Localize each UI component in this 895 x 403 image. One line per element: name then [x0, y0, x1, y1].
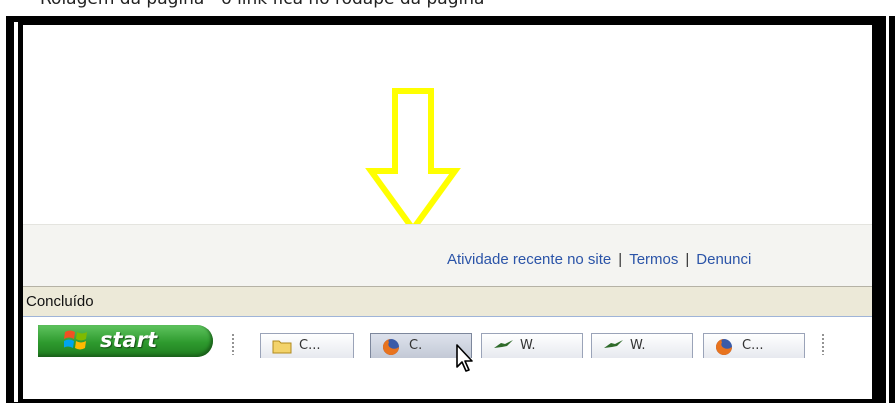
taskbar-button-label: W.	[520, 338, 536, 353]
page-footer: Atividade recente no site | Termos | Denunci	[23, 224, 872, 287]
taskbar-button-firefox[interactable]: C...	[703, 333, 805, 358]
caption-text: Rolagem da página - o link fica no rodap…	[40, 0, 484, 9]
footer-separator: |	[685, 251, 690, 268]
start-button[interactable]: start	[38, 325, 213, 357]
taskbar-button-label: C.	[409, 338, 423, 353]
footer-separator: |	[618, 251, 623, 268]
top-caption: Rolagem da página - o link fica no rodap…	[0, 0, 895, 16]
taskbar-button-label: C...	[299, 338, 321, 353]
frame-divider-left	[14, 22, 18, 402]
footer-links: Atividade recente no site | Termos | Denunci	[447, 251, 751, 268]
wikidot-icon	[494, 340, 513, 348]
taskbar-button-label: W.	[630, 338, 646, 353]
mouse-cursor-icon	[456, 344, 473, 372]
start-label: start	[100, 328, 158, 352]
firefox-icon	[383, 339, 399, 355]
taskbar-grip[interactable]	[821, 333, 825, 355]
footer-link-report[interactable]: Denunci	[696, 251, 751, 268]
taskbar-grip[interactable]	[231, 333, 235, 355]
taskbar: start C... C. W. W. C...	[23, 316, 872, 358]
taskbar-button-wikidot[interactable]: W.	[591, 333, 693, 358]
taskbar-button-folder[interactable]: C...	[260, 333, 354, 358]
taskbar-button-label: C...	[742, 338, 764, 353]
windows-logo-icon	[64, 330, 87, 350]
frame-divider-right	[886, 16, 889, 403]
firefox-icon	[716, 339, 732, 355]
status-text: Concluído	[26, 293, 94, 310]
status-bar: Concluído	[23, 286, 872, 317]
screenshot-frame: Atividade recente no site | Termos | Denunci…	[6, 16, 895, 403]
wikidot-icon	[604, 340, 623, 348]
footer-link-recent-activity[interactable]: Atividade recente no site	[447, 251, 611, 268]
browser-window: Atividade recente no site | Termos | Denunci…	[23, 25, 872, 399]
footer-link-terms[interactable]: Termos	[629, 251, 678, 268]
taskbar-button-wikidot[interactable]: W.	[481, 333, 583, 358]
folder-icon	[272, 340, 292, 354]
annotation-arrow-down-icon	[365, 88, 461, 235]
